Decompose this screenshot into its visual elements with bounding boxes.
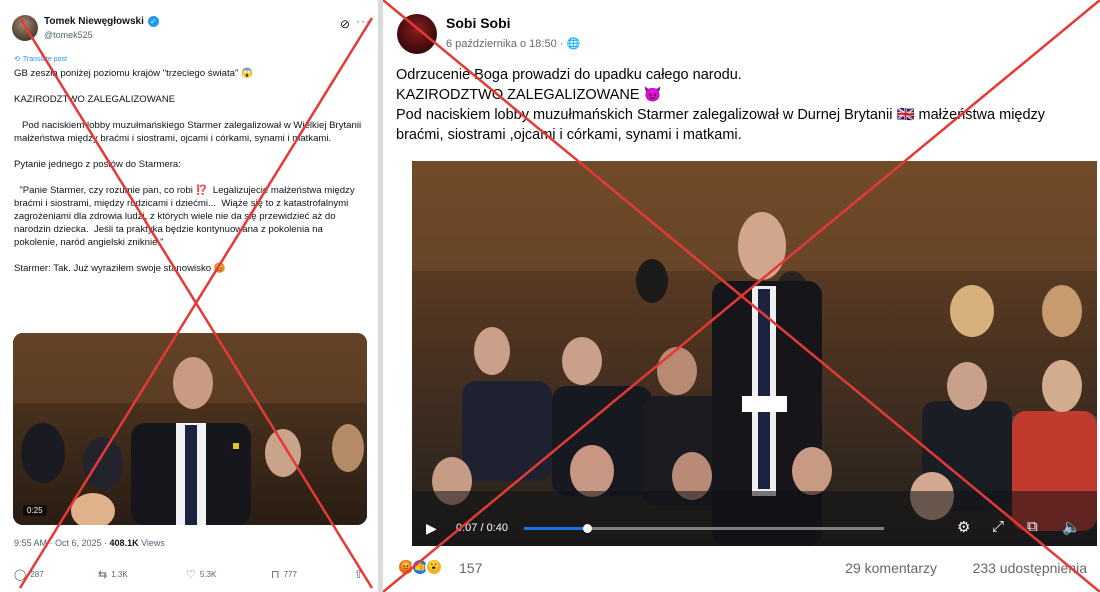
video-duration: 0:25	[23, 505, 47, 516]
video-controls: ▶ 0:07 / 0:40 ⚙ ⤢ ⧉ 🔈	[412, 511, 1097, 546]
post-actions: ◯ 287 ⇆ 1.3K ♡ 5.3K ⊓ 777 ⇧	[14, 568, 368, 582]
verified-badge-icon: ✓	[147, 16, 159, 27]
video-frame	[13, 333, 367, 525]
video-time-separator: /	[477, 522, 487, 534]
translate-label: Translate post	[22, 55, 67, 63]
post-line: KAZIRODZTWO ZALEGALIZOWANE 😈	[396, 87, 662, 103]
avatar[interactable]	[397, 14, 437, 54]
miniplayer-icon[interactable]: ⧉	[1027, 518, 1038, 535]
video-current-time: 0:07	[456, 522, 478, 534]
video-frame	[412, 161, 1097, 546]
globe-icon: 🌐	[566, 38, 581, 50]
repost-icon: ⇆	[98, 569, 108, 581]
post-paragraph: Starmer: Tak. Już wyraziłem swoje stanow…	[14, 263, 226, 274]
settings-icon[interactable]: ⚙	[957, 518, 970, 536]
video-total-time: 0:40	[486, 522, 509, 534]
like-count: 5.3K	[199, 570, 217, 579]
avatar[interactable]	[12, 15, 38, 41]
video-progress-fill	[524, 527, 587, 530]
reactions-summary[interactable]: 😡 👍 😮	[397, 558, 443, 576]
video-progress-bar[interactable]	[524, 524, 884, 533]
reply-count: 287	[30, 570, 44, 579]
post-line: Pod naciskiem lobby muzułmańskich Starme…	[396, 107, 1050, 143]
translate-icon: ⟲	[14, 56, 20, 63]
wow-reaction-icon: 😮	[425, 558, 443, 576]
heart-icon: ♡	[186, 569, 196, 581]
post-line: Odrzucenie Boga prowadzi do upadku całeg…	[396, 67, 742, 83]
video-time: 0:07 / 0:40	[456, 522, 508, 534]
post-paragraph: GB zeszła poniżej poziomu krajów "trzeci…	[14, 68, 253, 79]
comments-count[interactable]: 29 komentarzy	[845, 560, 937, 576]
views-count: 408.1K	[109, 538, 139, 548]
translate-post-link[interactable]: ⟲ Translate post	[14, 55, 67, 64]
expand-icon[interactable]: ⤢	[992, 518, 1004, 535]
grok-icon[interactable]: ⊘	[340, 17, 350, 31]
bookmark-icon: ⊓	[271, 569, 280, 581]
x-post-header: Tomek Niewęgłowski ✓ @tomek525 ⊘ ···	[12, 12, 371, 46]
bookmark-count: 777	[283, 570, 297, 579]
repost-button[interactable]: ⇆ 1.3K	[98, 568, 128, 581]
post-paragraph: KAZIRODZTWO ZALEGALIZOWANE	[14, 94, 176, 105]
author-handle[interactable]: @tomek525	[44, 30, 93, 40]
post-meta: 9:55 AM · Oct 6, 2025 · 408.1K Views	[14, 538, 165, 548]
post-paragraph: Pod naciskiem lobby muzułmańskiego Starm…	[14, 120, 364, 144]
author-name[interactable]: Sobi Sobi	[446, 15, 511, 31]
like-button[interactable]: ♡ 5.3K	[186, 568, 216, 581]
facebook-post-card: Sobi Sobi 6 października o 18:50 · 🌐 Odr…	[383, 0, 1100, 592]
screenshot-root: Tomek Niewęgłowski ✓ @tomek525 ⊘ ··· ⟲ T…	[0, 0, 1100, 592]
repost-count: 1.3K	[111, 570, 128, 579]
post-footer: 😡 👍 😮 157 29 komentarzy 233 udostępnieni…	[397, 557, 1087, 579]
reply-icon: ◯	[14, 569, 27, 581]
video-progress-handle[interactable]	[583, 524, 592, 533]
post-timestamp[interactable]: 9:55 AM · Oct 6, 2025 ·	[14, 538, 110, 548]
bookmark-button[interactable]: ⊓ 777	[271, 568, 297, 581]
reply-button[interactable]: ◯ 287	[14, 568, 44, 581]
share-button[interactable]: ⇧	[354, 568, 363, 581]
video-player[interactable]: 0:25	[13, 333, 367, 525]
post-date-text: 6 października o 18:50 ·	[446, 38, 567, 50]
volume-icon[interactable]: 🔈	[1062, 518, 1081, 536]
post-text: Odrzucenie Boga prowadzi do upadku całeg…	[396, 65, 1086, 145]
reactions-count[interactable]: 157	[459, 560, 482, 576]
views-label: Views	[138, 538, 165, 548]
more-icon[interactable]: ···	[356, 14, 371, 28]
video-player[interactable]: ▶ 0:07 / 0:40 ⚙ ⤢ ⧉ 🔈	[412, 161, 1097, 546]
author-name[interactable]: Tomek Niewęgłowski	[44, 16, 144, 27]
post-date[interactable]: 6 października o 18:50 · 🌐	[446, 37, 580, 50]
post-paragraph: Pytanie jednego z posłów do Starmera:	[14, 159, 181, 170]
shares-count[interactable]: 233 udostępnienia	[973, 560, 1087, 576]
play-icon[interactable]: ▶	[426, 520, 437, 537]
author-row: Tomek Niewęgłowski ✓	[44, 16, 159, 27]
post-text: GB zeszła poniżej poziomu krajów "trzeci…	[14, 67, 368, 275]
post-paragraph: "Panie Starmer, czy rozumie pan, co robi…	[14, 185, 358, 248]
x-post-card: Tomek Niewęgłowski ✓ @tomek525 ⊘ ··· ⟲ T…	[0, 0, 378, 592]
share-icon: ⇧	[354, 569, 364, 581]
